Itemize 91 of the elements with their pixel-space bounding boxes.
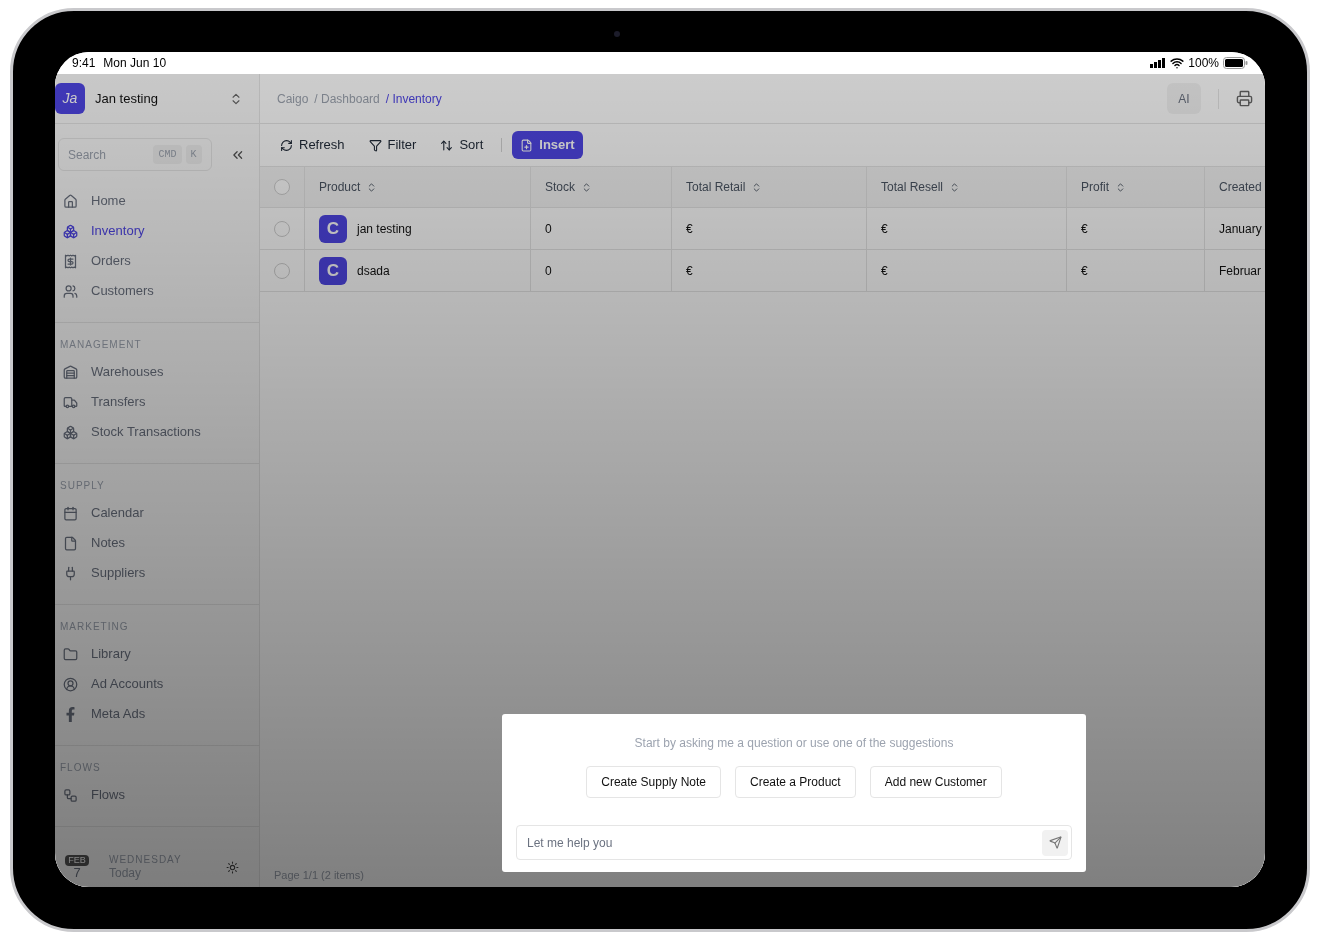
- nav-item[interactable]: Transfers: [63, 392, 251, 412]
- column-header[interactable]: Created: [1219, 178, 1262, 196]
- nav-item[interactable]: Meta Ads: [63, 704, 251, 724]
- home-icon: [63, 193, 78, 209]
- user-circle-icon: [63, 676, 78, 692]
- breadcrumb-link[interactable]: / Inventory: [385, 89, 442, 108]
- table-cell-text: €: [1081, 220, 1088, 238]
- product-logo: C: [319, 214, 347, 243]
- plug-icon: [63, 565, 78, 581]
- nav-item[interactable]: Customers: [63, 281, 251, 301]
- column-header[interactable]: Total Resell: [881, 178, 961, 196]
- table-cell-text: Februar: [1219, 262, 1262, 280]
- month-badge: FEB: [65, 854, 89, 866]
- users-icon: [63, 283, 78, 299]
- key-hint: CMD: [153, 145, 182, 164]
- boxes-icon: [63, 424, 78, 440]
- assistant-prompt: Start by asking me a question or use one of the suggestions: [634, 735, 954, 752]
- nav-item[interactable]: Notes: [63, 533, 251, 553]
- table-cell-text: January: [1219, 220, 1262, 238]
- section-heading: MANAGEMENT: [60, 338, 143, 352]
- insert-button[interactable]: Insert: [512, 131, 583, 159]
- section-heading: MARKETING: [60, 620, 130, 634]
- suggestion-button[interactable]: Create a Product: [735, 766, 856, 798]
- file-icon: [63, 535, 78, 551]
- product-logo: C: [319, 256, 347, 285]
- nav-item[interactable]: Orders: [63, 251, 251, 271]
- suggestion-button[interactable]: Add new Customer: [869, 766, 1002, 798]
- warehouse-icon: [63, 364, 78, 380]
- day-number: 7: [73, 865, 81, 880]
- truck-icon: [63, 394, 78, 410]
- send-icon: [1048, 836, 1062, 849]
- nav-item[interactable]: Stock Transactions: [63, 422, 251, 442]
- printer-icon[interactable]: [1236, 90, 1253, 107]
- battery-icon: [1223, 57, 1248, 69]
- wifi-icon: [1170, 56, 1185, 70]
- receipt-icon: [63, 253, 78, 269]
- facebook-icon: [63, 706, 78, 722]
- status-date: Mon Jun 10: [103, 55, 167, 72]
- workspace-avatar: Ja: [55, 83, 85, 114]
- ai-button[interactable]: AI: [1167, 83, 1201, 114]
- table-cell-text: €: [881, 220, 888, 238]
- breadcrumb-link[interactable]: / Dashboard: [314, 89, 380, 108]
- table-cell-text: 0: [545, 220, 552, 238]
- search-field[interactable]: Search CMD K: [58, 138, 212, 171]
- section-heading: SUPPLY: [60, 479, 106, 493]
- table-cell-text: 0: [545, 262, 552, 280]
- column-header[interactable]: Stock: [545, 178, 592, 196]
- nav-item[interactable]: Warehouses: [63, 362, 251, 382]
- sort-icon: [440, 138, 454, 152]
- column-header[interactable]: Profit: [1081, 178, 1126, 196]
- nav-item[interactable]: Calendar: [63, 503, 251, 523]
- send-button[interactable]: [1042, 829, 1068, 856]
- row-checkbox[interactable]: [274, 220, 290, 237]
- message-input[interactable]: Let me help you: [516, 825, 1072, 860]
- sun-icon[interactable]: [226, 860, 239, 874]
- workspace-name: Jan testing: [95, 89, 159, 108]
- table-cell-text: dsada: [357, 262, 390, 280]
- table-cell-text: €: [1081, 262, 1088, 280]
- nav-item[interactable]: Home: [63, 191, 251, 211]
- toolbar-button[interactable]: Refresh: [272, 131, 353, 159]
- refresh-icon: [280, 138, 293, 152]
- toolbar-button[interactable]: Filter: [360, 131, 425, 159]
- column-header[interactable]: Product: [319, 178, 378, 196]
- nav-item[interactable]: Inventory: [63, 221, 251, 241]
- sort-icon: [581, 181, 592, 193]
- sort-icon: [1115, 181, 1126, 193]
- funnel-icon: [368, 138, 382, 152]
- key-hint: K: [185, 145, 202, 164]
- column-header[interactable]: Total Retail: [686, 178, 763, 196]
- workflow-icon: [63, 787, 78, 803]
- select-all-checkbox[interactable]: [274, 179, 290, 195]
- breadcrumb-link[interactable]: Caigo: [277, 89, 309, 108]
- status-time: 9:41: [72, 55, 96, 72]
- camera-icon: [614, 31, 620, 37]
- table-cell-text: €: [686, 262, 693, 280]
- toolbar-button[interactable]: Sort: [432, 131, 492, 159]
- row-checkbox[interactable]: [274, 262, 290, 279]
- nav-item[interactable]: Suppliers: [63, 563, 251, 583]
- nav-item[interactable]: Library: [63, 644, 251, 664]
- file-plus-icon: [520, 138, 534, 152]
- battery-percent: 100%: [1188, 55, 1219, 72]
- folder-icon: [63, 646, 78, 662]
- signal-icon: [1150, 58, 1167, 68]
- calendar-icon: [63, 505, 78, 521]
- boxes-icon: [63, 223, 78, 239]
- table-cell-text: €: [881, 262, 888, 280]
- suggestion-button[interactable]: Create Supply Note: [586, 766, 721, 798]
- table-cell-text: jan testing: [357, 220, 412, 238]
- nav-item[interactable]: Flows: [63, 785, 251, 805]
- table-cell-text: €: [686, 220, 693, 238]
- nav-item[interactable]: Ad Accounts: [63, 674, 251, 694]
